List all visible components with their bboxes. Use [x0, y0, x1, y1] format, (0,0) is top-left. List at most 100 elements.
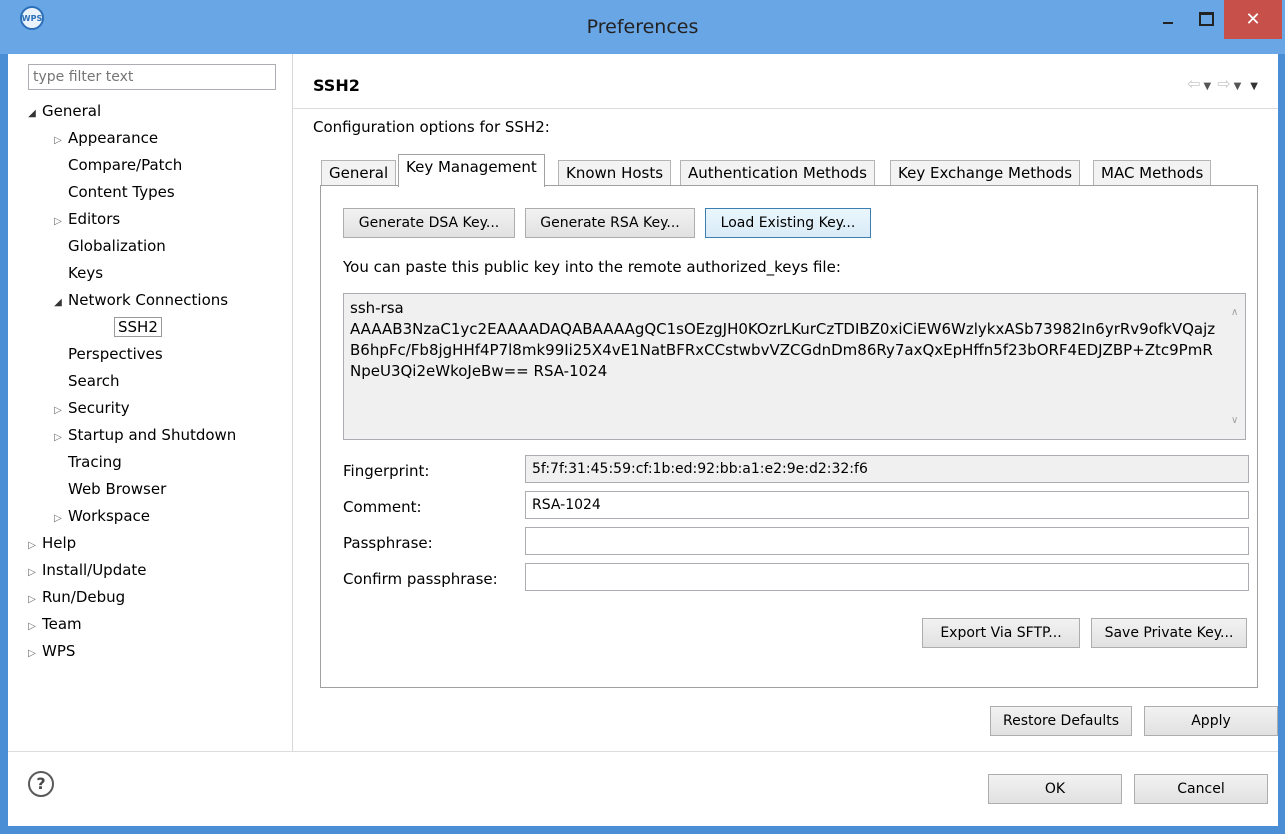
- comment-label: Comment:: [343, 498, 422, 516]
- tree-label: Globalization: [68, 237, 166, 255]
- public-key-body: AAAAB3NzaC1yc2EAAAADAQABAAAAgQC1sOEzgJH0…: [350, 320, 1216, 380]
- paste-hint-label: You can paste this public key into the r…: [343, 258, 841, 276]
- collapsed-arrow-icon[interactable]: ▷: [22, 532, 42, 559]
- tree-label: Content Types: [68, 183, 175, 201]
- passphrase-field[interactable]: [525, 527, 1249, 555]
- tree-label: Search: [68, 372, 120, 390]
- expanded-arrow-icon[interactable]: ◢: [48, 289, 68, 316]
- tree-item-tracing[interactable]: Tracing: [48, 449, 122, 476]
- tree-item-keys[interactable]: Keys: [48, 260, 103, 287]
- tab-mac-methods[interactable]: MAC Methods: [1093, 160, 1212, 186]
- collapsed-arrow-icon[interactable]: ▷: [48, 505, 68, 532]
- tree-label: Editors: [68, 210, 121, 228]
- tree-item-search[interactable]: Search: [48, 368, 120, 395]
- export-via-sftp-button[interactable]: Export Via SFTP...: [922, 618, 1080, 648]
- cancel-button[interactable]: Cancel: [1134, 774, 1268, 804]
- confirm-passphrase-field[interactable]: [525, 563, 1249, 591]
- fingerprint-label: Fingerprint:: [343, 462, 430, 480]
- comment-field[interactable]: RSA-1024: [525, 491, 1249, 519]
- collapsed-arrow-icon[interactable]: ▷: [48, 208, 68, 235]
- public-key-textarea[interactable]: ssh-rsa AAAAB3NzaC1yc2EAAAADAQABAAAAgQC1…: [343, 293, 1246, 440]
- history-nav: ⇦ ▼ ⇨ ▼ ▼: [1187, 74, 1264, 93]
- tree-item-perspectives[interactable]: Perspectives: [48, 341, 163, 368]
- tree-label: Help: [42, 534, 77, 552]
- back-dropdown-icon[interactable]: ▼: [1203, 81, 1211, 92]
- tree-item-security[interactable]: ▷ Security: [48, 395, 130, 424]
- scroll-up-icon[interactable]: ∧: [1231, 302, 1238, 323]
- save-private-key-button[interactable]: Save Private Key...: [1091, 618, 1247, 648]
- tree-label: Tracing: [68, 453, 122, 471]
- tree-item-help[interactable]: ▷ Help: [22, 530, 76, 557]
- tab-key-exchange-methods[interactable]: Key Exchange Methods: [890, 160, 1081, 186]
- confirm-passphrase-label: Confirm passphrase:: [343, 570, 498, 588]
- tree-label: Keys: [68, 264, 104, 282]
- vertical-scrollbar[interactable]: ∧ ∨: [1225, 294, 1245, 439]
- tree-item-team[interactable]: ▷ Team: [22, 611, 82, 638]
- tree-label: Web Browser: [68, 480, 167, 498]
- tree-label: Install/Update: [42, 561, 147, 579]
- key-management-panel: Generate DSA Key... Generate RSA Key... …: [320, 185, 1258, 688]
- help-icon[interactable]: ?: [28, 771, 54, 797]
- tree-item-ssh2[interactable]: SSH2: [114, 314, 162, 341]
- tree-item-content-types[interactable]: Content Types: [48, 179, 175, 206]
- collapsed-arrow-icon[interactable]: ▷: [22, 586, 42, 613]
- fingerprint-field[interactable]: 5f:7f:31:45:59:cf:1b:ed:92:bb:a1:e2:9e:d…: [525, 455, 1249, 483]
- forward-dropdown-icon[interactable]: ▼: [1234, 81, 1242, 92]
- tree-item-general[interactable]: ◢ General: [22, 98, 101, 125]
- apply-button[interactable]: Apply: [1144, 706, 1278, 736]
- dialog-client-area: ◢General ▷Appearance Compare/Patch Conte…: [8, 54, 1278, 826]
- back-arrow-icon[interactable]: ⇦: [1187, 74, 1200, 93]
- tree-item-editors[interactable]: ▷ Editors: [48, 206, 120, 233]
- tree-item-web-browser[interactable]: Web Browser: [48, 476, 166, 503]
- tree-label-selected: SSH2: [114, 317, 162, 337]
- tab-authentication-methods[interactable]: Authentication Methods: [680, 160, 875, 186]
- restore-defaults-button[interactable]: Restore Defaults: [990, 706, 1132, 736]
- close-button[interactable]: ✕: [1224, 0, 1282, 39]
- preference-page: SSH2 ⇦ ▼ ⇨ ▼ ▼ Configuration options for SSH…: [293, 54, 1278, 751]
- ok-button[interactable]: OK: [988, 774, 1122, 804]
- tree-item-network-connections[interactable]: ◢ Network Connections: [48, 287, 228, 314]
- tree-item-run-debug[interactable]: ▷ Run/Debug: [22, 584, 125, 611]
- generate-dsa-key-button[interactable]: Generate DSA Key...: [343, 208, 515, 238]
- forward-arrow-icon[interactable]: ⇨: [1217, 74, 1230, 93]
- tree-item-workspace[interactable]: ▷ Workspace: [48, 503, 150, 530]
- collapsed-arrow-icon[interactable]: ▷: [22, 640, 42, 667]
- tree-label: Team: [42, 615, 82, 633]
- tree-label: Startup and Shutdown: [68, 426, 237, 444]
- minimize-button[interactable]: [1148, 0, 1188, 39]
- tree-item-wps[interactable]: ▷ WPS: [22, 638, 75, 665]
- tree-item-startup-shutdown[interactable]: ▷ Startup and Shutdown: [48, 422, 236, 449]
- tree-label: Compare/Patch: [68, 156, 183, 174]
- tree-item-install-update[interactable]: ▷ Install/Update: [22, 557, 147, 586]
- page-title: SSH2: [313, 76, 360, 95]
- view-menu-icon[interactable]: ▼: [1250, 81, 1258, 92]
- tree-item-globalization[interactable]: Globalization: [48, 233, 166, 260]
- tree-label: Workspace: [68, 507, 150, 525]
- tree-label: Perspectives: [68, 345, 163, 363]
- footer-divider: [8, 751, 1278, 752]
- collapsed-arrow-icon[interactable]: ▷: [22, 559, 42, 586]
- tree-item-compare-patch[interactable]: Compare/Patch: [48, 152, 182, 179]
- tab-key-management[interactable]: Key Management: [398, 154, 545, 187]
- filter-input[interactable]: [28, 64, 276, 90]
- tree-item-appearance[interactable]: ▷ Appearance: [48, 125, 158, 152]
- maximize-button[interactable]: [1188, 0, 1224, 39]
- title-bar: WPS Preferences ✕: [0, 0, 1285, 54]
- collapsed-arrow-icon[interactable]: ▷: [48, 397, 68, 424]
- public-key-type: ssh-rsa: [350, 299, 404, 317]
- tree-label: Run/Debug: [42, 588, 126, 606]
- tree-label: Network Connections: [68, 291, 229, 309]
- tree-label: Appearance: [68, 129, 159, 147]
- preference-tree-pane: ◢General ▷Appearance Compare/Patch Conte…: [8, 54, 293, 751]
- collapsed-arrow-icon[interactable]: ▷: [22, 613, 42, 640]
- expanded-arrow-icon[interactable]: ◢: [22, 100, 42, 127]
- load-existing-key-button[interactable]: Load Existing Key...: [705, 208, 871, 238]
- tree-label: Security: [68, 399, 130, 417]
- tab-general[interactable]: General: [321, 160, 397, 186]
- tab-known-hosts[interactable]: Known Hosts: [558, 160, 672, 186]
- generate-rsa-key-button[interactable]: Generate RSA Key...: [525, 208, 695, 238]
- collapsed-arrow-icon[interactable]: ▷: [48, 424, 68, 451]
- scroll-down-icon[interactable]: ∨: [1231, 410, 1238, 431]
- passphrase-label: Passphrase:: [343, 534, 433, 552]
- collapsed-arrow-icon[interactable]: ▷: [48, 127, 68, 154]
